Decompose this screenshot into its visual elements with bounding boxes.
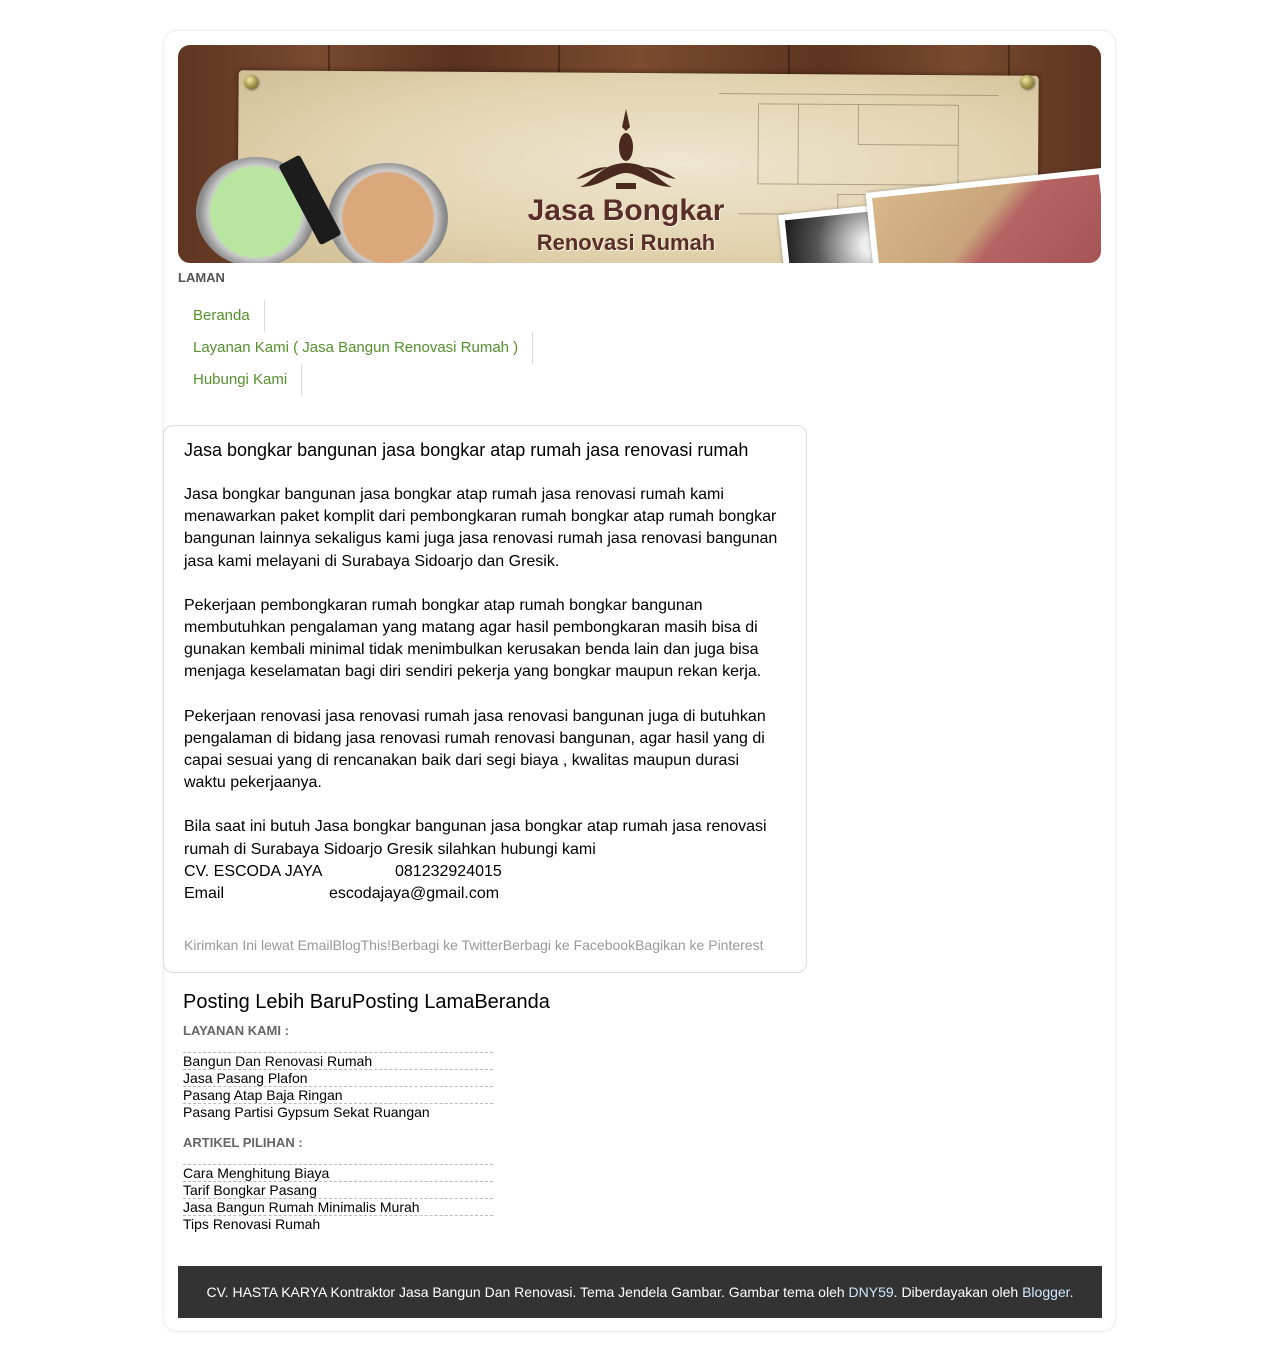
- contact-email-row: Email escodajaya@gmail.com: [184, 883, 784, 905]
- nav-heading: LAMAN: [178, 270, 225, 285]
- list-item[interactable]: Tips Renovasi Rumah: [183, 1215, 493, 1232]
- post-paragraph: Bila saat ini butuh Jasa bongkar banguna…: [184, 818, 767, 858]
- list-item[interactable]: Tarif Bongkar Pasang: [183, 1181, 493, 1198]
- post-body: Jasa bongkar bangunan jasa bongkar atap …: [184, 484, 784, 905]
- blog-pager: Posting Lebih BaruPosting LamaBeranda: [183, 991, 550, 1014]
- older-posts-link[interactable]: Posting Lama: [352, 991, 474, 1013]
- banner-subtitle: Renovasi Rumah: [536, 230, 716, 255]
- list-item[interactable]: Cara Menghitung Biaya: [183, 1164, 493, 1181]
- tan-paint-can: [328, 163, 448, 263]
- list-item[interactable]: Pasang Partisi Gypsum Sekat Ruangan: [183, 1103, 493, 1120]
- list-item[interactable]: Bangun Dan Renovasi Rumah: [183, 1052, 493, 1069]
- footer-text: CV. HASTA KARYA Kontraktor Jasa Bangun D…: [207, 1284, 1074, 1300]
- post-title[interactable]: Jasa bongkar bangunan jasa bongkar atap …: [184, 440, 748, 461]
- banner-title: Jasa Bongkar: [527, 194, 725, 227]
- share-pinterest-link[interactable]: Bagikan ke Pinterest: [635, 937, 763, 953]
- post-paragraph: Pekerjaan renovasi jasa renovasi rumah j…: [184, 707, 766, 792]
- share-email-link[interactable]: Kirimkan Ini lewat Email: [184, 937, 333, 953]
- home-link[interactable]: Beranda: [474, 991, 550, 1013]
- footer-end: .: [1069, 1284, 1074, 1300]
- artikel-list: Cara Menghitung Biaya Tarif Bongkar Pasa…: [183, 1164, 493, 1232]
- list-item[interactable]: Jasa Bangun Rumah Minimalis Murah: [183, 1198, 493, 1215]
- newer-posts-link[interactable]: Posting Lebih Baru: [183, 991, 352, 1013]
- nav-item-layanan-kami[interactable]: Layanan Kami ( Jasa Bangun Renovasi Ruma…: [178, 332, 534, 364]
- nav-item-beranda[interactable]: Beranda: [178, 300, 265, 332]
- layanan-widget-title: LAYANAN KAMI :: [183, 1023, 289, 1038]
- share-facebook-link[interactable]: Berbagi ke Facebook: [503, 937, 635, 953]
- company-name: CV. ESCODA JAYA: [184, 862, 323, 880]
- share-links: Kirimkan Ini lewat EmailBlogThis!Berbagi…: [184, 937, 763, 953]
- list-item[interactable]: Jasa Pasang Plafon: [183, 1069, 493, 1086]
- blogger-link[interactable]: Blogger: [1022, 1284, 1069, 1300]
- post-paragraph: Jasa bongkar bangunan jasa bongkar atap …: [184, 486, 778, 570]
- nav-item-hubungi-kami[interactable]: Hubungi Kami: [178, 364, 303, 396]
- company-phone: 081232924015: [395, 862, 502, 880]
- theme-author-link[interactable]: DNY59: [849, 1284, 894, 1300]
- footer: CV. HASTA KARYA Kontraktor Jasa Bangun D…: [178, 1266, 1102, 1318]
- list-item[interactable]: Pasang Atap Baja Ringan: [183, 1086, 493, 1103]
- footer-credit: CV. HASTA KARYA Kontraktor Jasa Bangun D…: [206, 1284, 849, 1300]
- nail-icon: [1020, 75, 1034, 89]
- footer-powered: . Diberdayakan oleh: [893, 1284, 1023, 1300]
- post-paragraph: Pekerjaan pembongkaran rumah bongkar ata…: [184, 596, 762, 681]
- share-twitter-link[interactable]: Berbagi ke Twitter: [391, 937, 503, 953]
- email-label: Email: [184, 885, 225, 903]
- nail-icon: [244, 75, 258, 89]
- ornament-icon: [576, 109, 676, 189]
- nav-links: Beranda Layanan Kami ( Jasa Bangun Renov…: [178, 300, 534, 396]
- company-email: escodajaya@gmail.com: [329, 885, 500, 903]
- artikel-widget-title: ARTIKEL PILIHAN :: [183, 1135, 303, 1150]
- header-banner[interactable]: Jasa Bongkar Renovasi Rumah: [178, 45, 1101, 263]
- contact-company-row: CV. ESCODA JAYA 081232924015: [184, 861, 784, 883]
- share-blogthis-link[interactable]: BlogThis!: [333, 937, 391, 953]
- layanan-list: Bangun Dan Renovasi Rumah Jasa Pasang Pl…: [183, 1052, 493, 1120]
